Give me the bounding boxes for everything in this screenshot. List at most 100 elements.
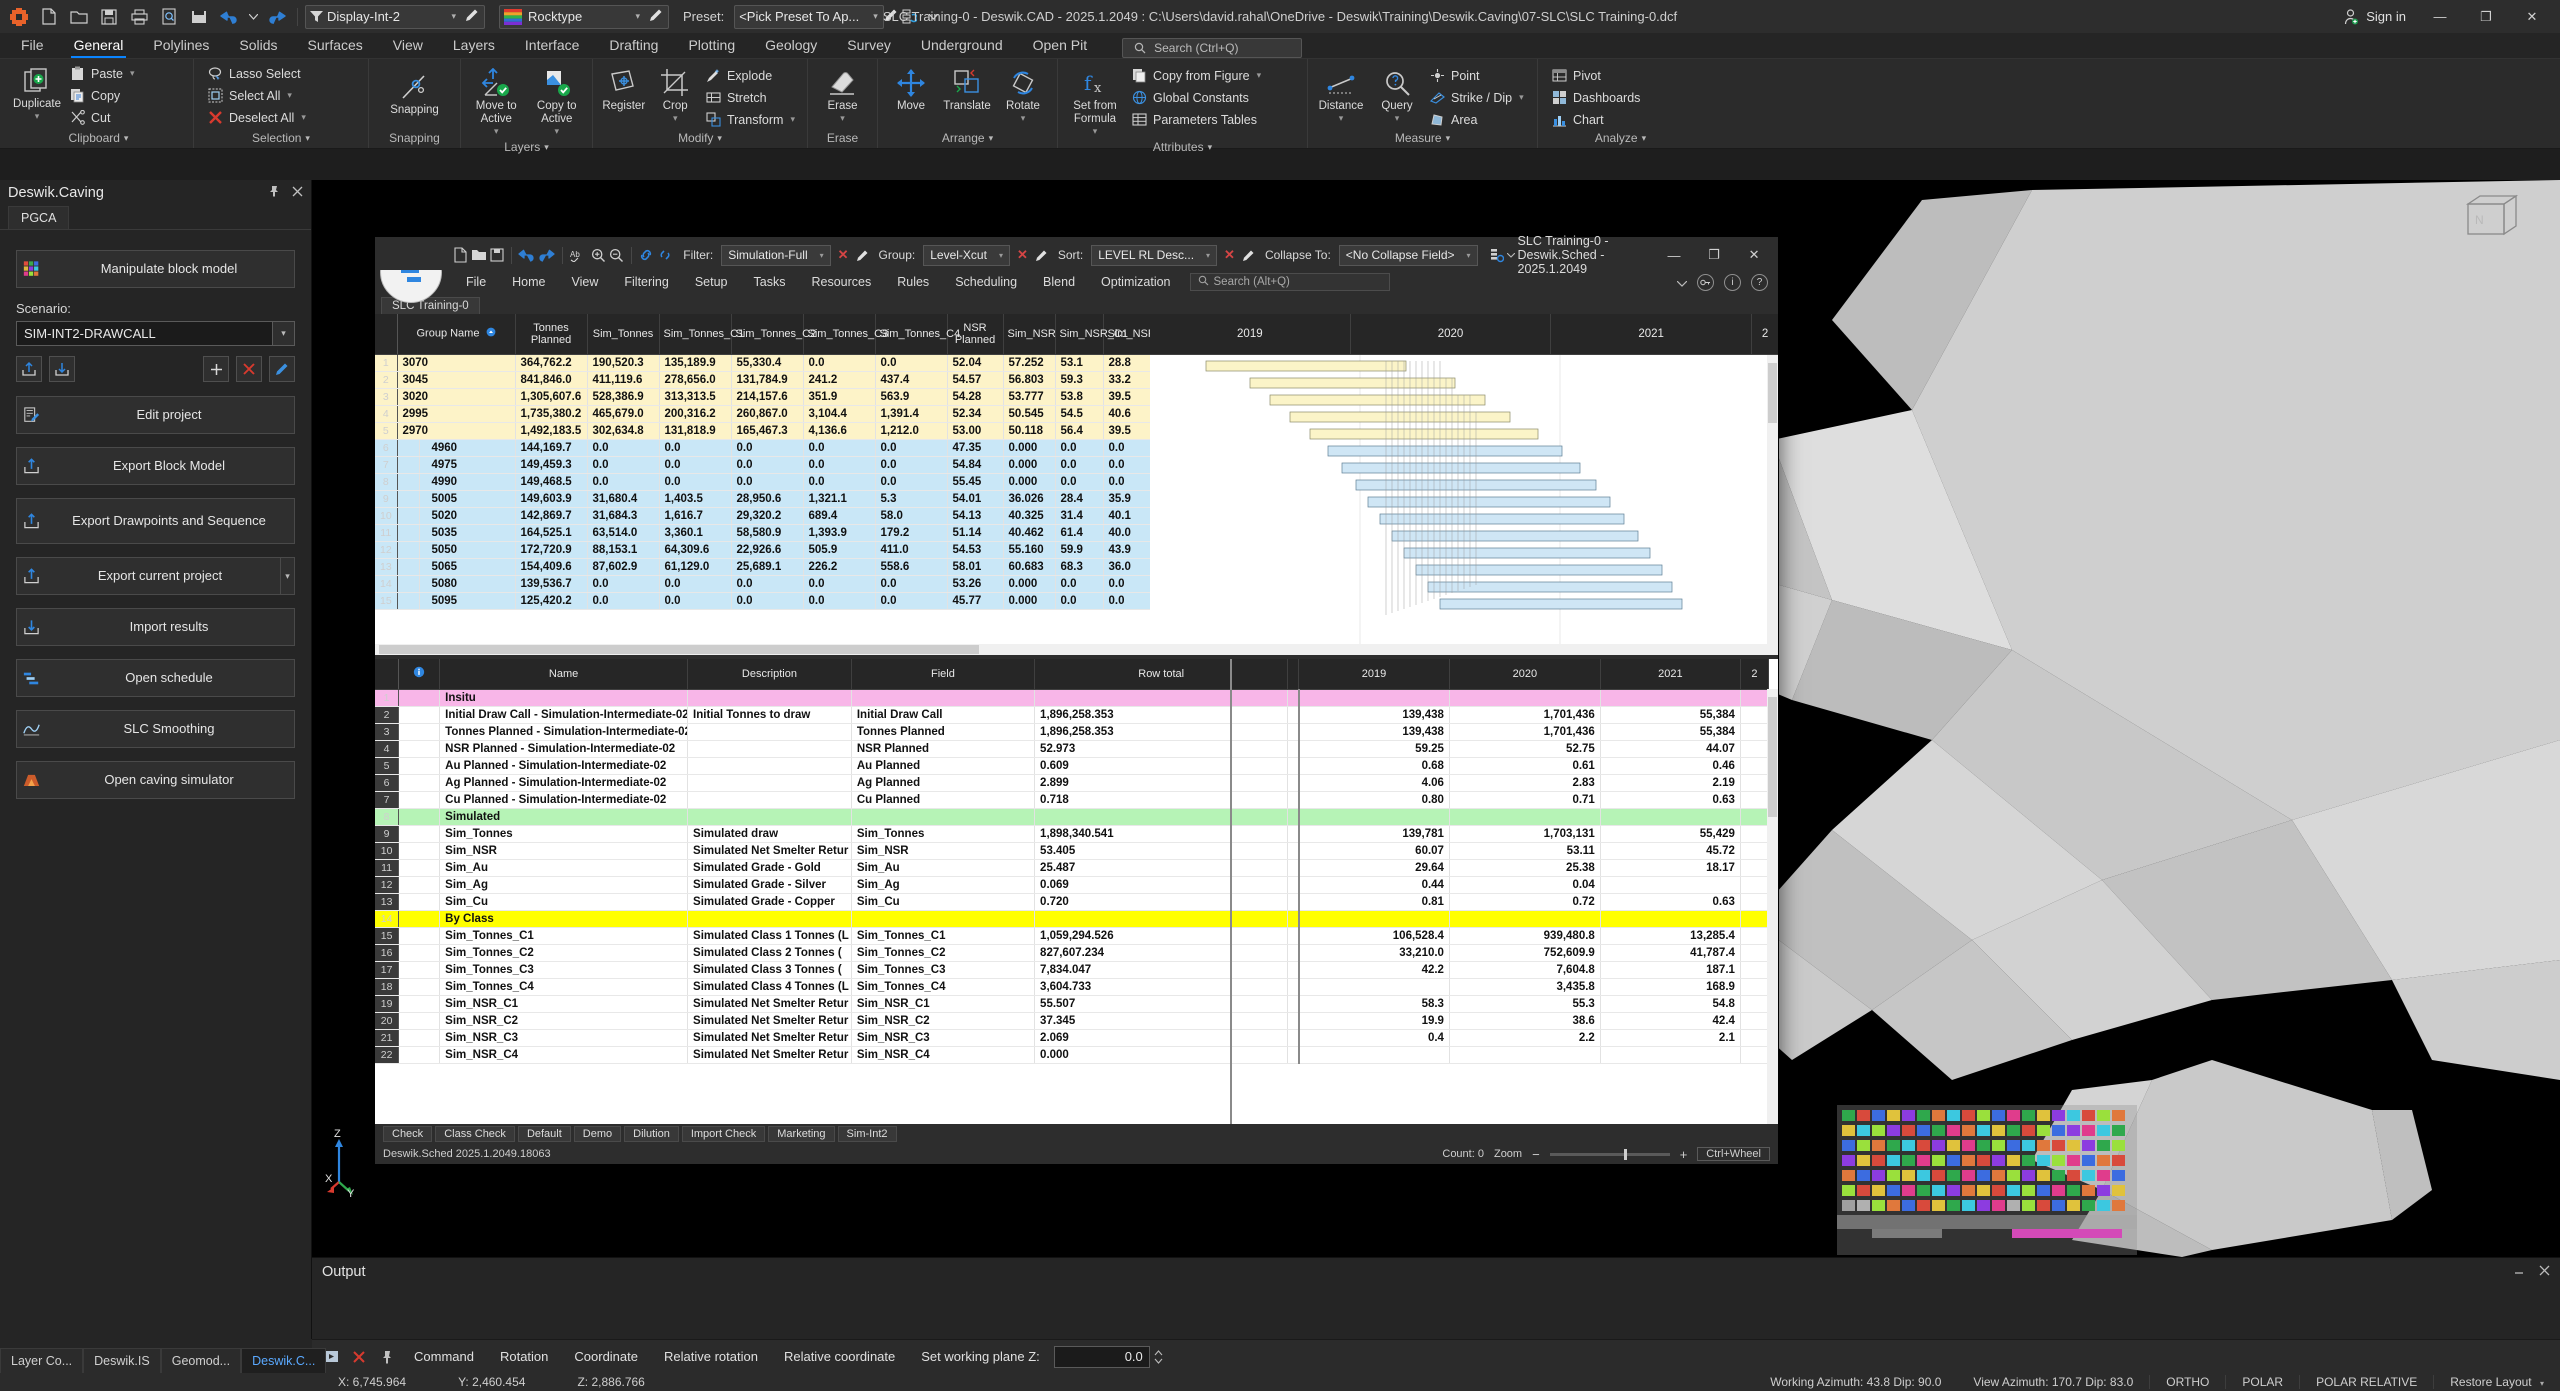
- cell-3[interactable]: 278,656.0: [659, 371, 732, 389]
- edit-icon[interactable]: [269, 356, 295, 382]
- cell-2[interactable]: 0.0: [587, 575, 660, 593]
- table-row[interactable]: 6 Ag Planned - Simulation-Intermediate-02…: [375, 774, 1770, 792]
- cell-year-2[interactable]: 55,384: [1600, 723, 1741, 741]
- cell-7[interactable]: 55.45: [947, 473, 1004, 491]
- stretch-button[interactable]: Stretch: [702, 87, 801, 108]
- parameters-tables-button[interactable]: Parameters Tables: [1128, 109, 1267, 130]
- sched-menu-tasks[interactable]: Tasks: [741, 272, 799, 292]
- chevron-down-icon[interactable]: ▾: [867, 11, 884, 22]
- cell-4[interactable]: 0.0: [731, 439, 804, 457]
- cell-2[interactable]: 528,386.9: [587, 388, 660, 406]
- cell-6[interactable]: 0.0: [875, 439, 948, 457]
- edit-pencil-icon[interactable]: [646, 8, 666, 25]
- chevron-down-icon[interactable]: ▾: [1446, 133, 1451, 144]
- cell-year-0[interactable]: 0.81: [1298, 893, 1450, 911]
- cell-5[interactable]: 0.0: [803, 456, 876, 474]
- ribbon-tab-open-pit[interactable]: Open Pit: [1018, 35, 1102, 58]
- cell-field[interactable]: Sim_NSR: [851, 842, 1036, 860]
- set-from-formula-button[interactable]: fx Set from Formula ▾: [1064, 65, 1126, 140]
- cell-5[interactable]: 3,104.4: [803, 405, 876, 423]
- chevron-down-icon[interactable]: ▾: [35, 111, 40, 122]
- cell-year-0[interactable]: 0.44: [1298, 876, 1450, 894]
- chevron-down-icon[interactable]: ▾: [1339, 113, 1344, 124]
- col-header-sim-nsr-c2[interactable]: Sim_NSR_C2: [1103, 314, 1150, 355]
- cell-9[interactable]: 53.1: [1055, 354, 1104, 372]
- area-button[interactable]: Area: [1426, 109, 1530, 130]
- cell-7[interactable]: 53.00: [947, 422, 1004, 440]
- cell-row-total[interactable]: [1034, 808, 1289, 826]
- export-current-project-button[interactable]: Export current project ▾: [16, 557, 295, 595]
- cell-5[interactable]: 0.0: [803, 575, 876, 593]
- cell-year-0[interactable]: [1298, 978, 1450, 996]
- cell-group-name[interactable]: 4960: [419, 439, 516, 457]
- lower-col-header-info[interactable]: [398, 659, 441, 690]
- cell-field[interactable]: Sim_Tonnes_C2: [851, 944, 1036, 962]
- cell-field[interactable]: Sim_Tonnes: [851, 825, 1036, 843]
- cell-9[interactable]: 59.9: [1055, 541, 1104, 559]
- cell-3[interactable]: 1,616.7: [659, 507, 732, 525]
- cell-name[interactable]: NSR Planned - Simulation-Intermediate-02: [439, 740, 689, 758]
- table-row[interactable]: 18 Sim_Tonnes_C4 Simulated Class 4 Tonnes …: [375, 978, 1770, 996]
- cell-3[interactable]: 3,360.1: [659, 524, 732, 542]
- cell-1[interactable]: 164,525.1: [515, 524, 588, 542]
- cell-10[interactable]: 33.2: [1103, 371, 1150, 389]
- cell-name[interactable]: Tonnes Planned - Simulation-Intermediate…: [439, 723, 689, 741]
- cell-year-1[interactable]: 0.04: [1449, 876, 1601, 894]
- chevron-down-icon[interactable]: ▾: [840, 113, 845, 124]
- cell-9[interactable]: 0.0: [1055, 439, 1104, 457]
- cell-10[interactable]: 0.0: [1103, 592, 1150, 610]
- cell-5[interactable]: 0.0: [803, 354, 876, 372]
- view-cube-icon[interactable]: N: [2462, 194, 2524, 246]
- cell-2[interactable]: 302,634.8: [587, 422, 660, 440]
- cell-2[interactable]: 88,153.1: [587, 541, 660, 559]
- close-icon[interactable]: [2539, 1264, 2550, 1280]
- minimize-button[interactable]: —: [2418, 1, 2462, 32]
- command-tab-coordinate[interactable]: Coordinate: [562, 1345, 650, 1368]
- cell-5[interactable]: 226.2: [803, 558, 876, 576]
- cell-2[interactable]: 0.0: [587, 439, 660, 457]
- lower-col-header-2021[interactable]: 2021: [1600, 659, 1741, 690]
- chevron-down-icon[interactable]: ▾: [1257, 70, 1262, 81]
- panel-tab-pgca[interactable]: PGCA: [8, 206, 70, 229]
- cell-row-total[interactable]: 1,896,258.353: [1034, 723, 1289, 741]
- open-caving-simulator-button[interactable]: Open caving simulator: [16, 761, 295, 799]
- cell-year-2[interactable]: 18.17: [1600, 859, 1741, 877]
- cell-description[interactable]: [687, 757, 852, 775]
- table-row[interactable]: 9 Sim_Tonnes Simulated draw Sim_Tonnes 1,898…: [375, 825, 1770, 843]
- cell-year-2[interactable]: 55,384: [1600, 706, 1741, 724]
- cell-4[interactable]: 0.0: [731, 592, 804, 610]
- cell-group-name[interactable]: 5005: [419, 490, 516, 508]
- table-row[interactable]: 7 4975 149,459.3 0.0 0.0 0.0 0.0 0.0 54.84 0.000 0…: [375, 456, 1150, 474]
- footer-tab-class-check[interactable]: Class Check: [435, 1126, 515, 1142]
- cell-year-2[interactable]: 187.1: [1600, 961, 1741, 979]
- chevron-down-icon[interactable]: ▾: [544, 142, 549, 153]
- cell-2[interactable]: 0.0: [587, 473, 660, 491]
- cell-field[interactable]: NSR Planned: [851, 740, 1036, 758]
- table-row[interactable]: 6 4960 144,169.7 0.0 0.0 0.0 0.0 0.0 47.35 0.000 0…: [375, 439, 1150, 457]
- cell-1[interactable]: 149,468.5: [515, 473, 588, 491]
- new-icon[interactable]: [453, 244, 468, 266]
- print-icon[interactable]: [126, 5, 152, 29]
- cell-6[interactable]: 558.6: [875, 558, 948, 576]
- rotate-button[interactable]: Rotate ▾: [996, 65, 1050, 127]
- cell-group-name[interactable]: 3045: [397, 371, 516, 389]
- cell-year-1[interactable]: 52.75: [1449, 740, 1601, 758]
- cell-year-2[interactable]: [1600, 1046, 1741, 1064]
- distance-button[interactable]: Distance ▾: [1314, 65, 1368, 127]
- cell-name[interactable]: Sim_NSR_C3: [439, 1029, 689, 1047]
- cell-1[interactable]: 142,869.7: [515, 507, 588, 525]
- upper-grid-hscrollbar[interactable]: [375, 644, 1778, 655]
- move-to-active-button[interactable]: Move to Active ▾: [467, 65, 526, 140]
- chevron-down-icon[interactable]: ▾: [814, 251, 830, 260]
- export-drawpoints-sequence-button[interactable]: Export Drawpoints and Sequence: [16, 498, 295, 544]
- ribbon-tab-solids[interactable]: Solids: [224, 35, 292, 58]
- lower-grid-pane[interactable]: Name Description Field Row total 2019 20…: [375, 659, 1778, 1124]
- chevron-down-icon[interactable]: ▾: [2540, 1379, 2544, 1388]
- cell-field[interactable]: Cu Planned: [851, 791, 1036, 809]
- print-preview-icon[interactable]: [156, 5, 182, 29]
- cell-5[interactable]: 1,321.1: [803, 490, 876, 508]
- cell-10[interactable]: 40.6: [1103, 405, 1150, 423]
- cell-row-total[interactable]: 52.973: [1034, 740, 1289, 758]
- cell-row-total[interactable]: 0.720: [1034, 893, 1289, 911]
- cell-description[interactable]: Simulated Net Smelter Retur: [687, 995, 852, 1013]
